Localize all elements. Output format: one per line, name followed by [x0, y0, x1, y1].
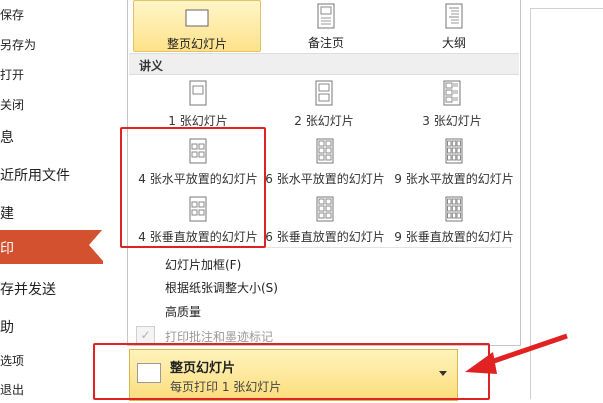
handout-3-slides[interactable]: 3 张幻灯片 — [390, 80, 514, 129]
menu-item-recent[interactable]: 近所用文件 — [0, 165, 70, 185]
handout-9-horizontal-icon — [445, 138, 463, 164]
handout-1-icon — [189, 80, 207, 106]
menu-item-print-label: 印 — [0, 241, 14, 257]
menu-item-help[interactable]: 助 — [0, 317, 14, 337]
handouts-section-header: 讲义 — [129, 53, 519, 75]
annotation-box-combo — [93, 343, 490, 400]
annotation-box-handouts — [120, 127, 266, 248]
menu-item-save[interactable]: 保存 — [0, 6, 24, 23]
menu-item-print[interactable]: 印 — [0, 230, 103, 264]
menu-item-new[interactable]: 建 — [0, 203, 14, 223]
menu-item-save-send[interactable]: 存并发送 — [0, 279, 56, 299]
handout-2-slides[interactable]: 2 张幻灯片 — [262, 80, 386, 129]
menu-item-options[interactable]: 选项 — [0, 352, 24, 369]
menu-item-info[interactable]: 息 — [0, 127, 14, 147]
handout-2-label: 2 张幻灯片 — [294, 114, 354, 128]
option-scale-to-fit[interactable]: 根据纸张调整大小(S) — [165, 279, 278, 296]
menu-item-close[interactable]: 关闭 — [0, 96, 24, 113]
full-page-slide-icon — [185, 9, 209, 27]
handout-9h-label: 9 张水平放置的幻灯片 — [394, 172, 514, 186]
backstage-menu: 保存 另存为 打开 关闭 息 近所用文件 建 印 存并发送 助 选项 退出 — [0, 0, 103, 403]
annotation-arrow-icon — [465, 333, 568, 374]
handouts-header-label: 讲义 — [139, 59, 164, 73]
menu-item-exit[interactable]: 退出 — [0, 381, 24, 398]
handout-6-vertical[interactable]: 6 张垂直放置的幻灯片 — [262, 196, 388, 245]
handout-3-icon — [443, 80, 461, 106]
handout-9-horizontal[interactable]: 9 张水平放置的幻灯片 — [390, 138, 518, 187]
handout-6-horizontal[interactable]: 6 张水平放置的幻灯片 — [262, 138, 388, 187]
layout-full-page-label: 整页幻灯片 — [166, 37, 227, 51]
menu-item-open[interactable]: 打开 — [0, 66, 24, 83]
menu-item-save-as[interactable]: 另存为 — [0, 36, 36, 53]
outline-icon — [445, 3, 463, 29]
layout-notes-label: 备注页 — [307, 36, 344, 50]
option-frame-slides[interactable]: 幻灯片加框(F) — [165, 256, 241, 273]
handout-6v-label: 6 张垂直放置的幻灯片 — [265, 230, 385, 244]
handout-6h-label: 6 张水平放置的幻灯片 — [265, 172, 385, 186]
handout-2-icon — [315, 80, 333, 106]
handout-9-vertical[interactable]: 9 张垂直放置的幻灯片 — [390, 196, 518, 245]
handout-6-horizontal-icon — [316, 138, 334, 164]
layout-outline-label: 大纲 — [441, 36, 466, 50]
layout-notes-pages[interactable]: 备注页 — [264, 0, 388, 50]
handout-3-label: 3 张幻灯片 — [422, 114, 482, 128]
handout-1-slide[interactable]: 1 张幻灯片 — [136, 80, 260, 129]
handout-9v-label: 9 张垂直放置的幻灯片 — [394, 230, 514, 244]
active-item-pointer — [89, 229, 103, 261]
layout-outline[interactable]: 大纲 — [392, 0, 516, 50]
option-high-quality[interactable]: 高质量 — [165, 303, 201, 320]
layout-full-page-slides[interactable]: 整页幻灯片 — [133, 0, 261, 52]
handout-9-vertical-icon — [445, 196, 463, 222]
notes-page-icon — [317, 3, 335, 29]
handout-6-vertical-icon — [316, 196, 334, 222]
